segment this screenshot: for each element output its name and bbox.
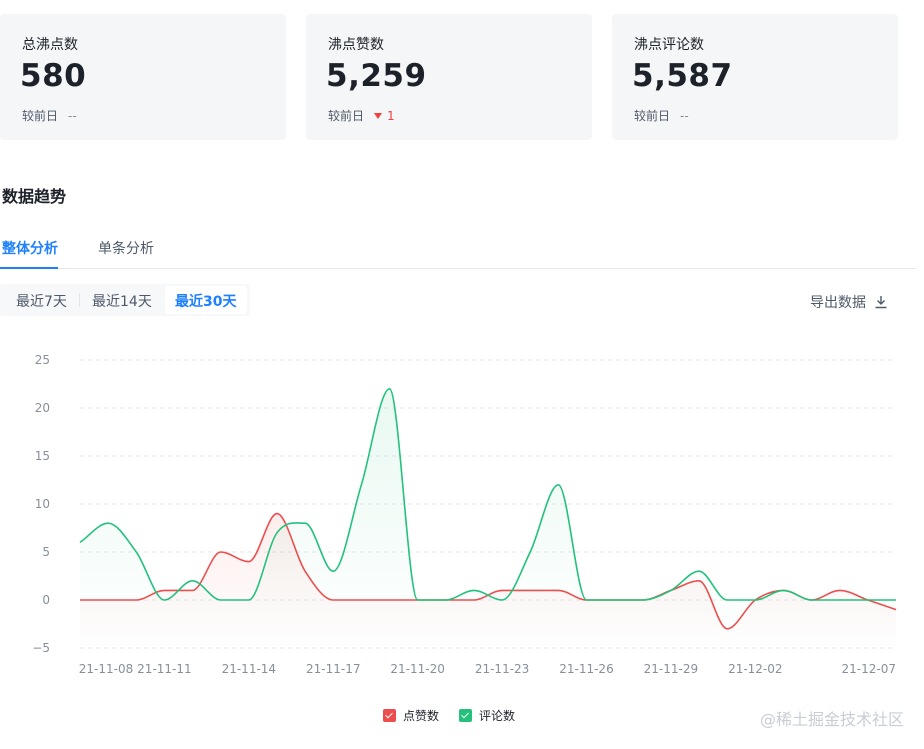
stat-compare: 较前日 -- (634, 107, 689, 124)
range-divider (79, 293, 80, 307)
stat-card-likes: 沸点赞数 5,259 较前日 1 (306, 14, 592, 140)
stat-compare: 较前日 -- (22, 107, 77, 124)
export-data-button[interactable]: 导出数据 (810, 292, 888, 312)
compare-label: 较前日 (22, 109, 59, 123)
section-title: 数据趋势 (2, 187, 67, 206)
y-tick-label: −5 (32, 641, 50, 655)
watermark: @稀土掘金技术社区 (759, 710, 904, 729)
x-tick-label: 21-11-29 (644, 662, 698, 676)
stat-cards: 总沸点数 580 较前日 -- 沸点赞数 5,259 较前日 1 沸点评论数 5,5… (0, 14, 924, 142)
stat-label: 总沸点数 (22, 37, 78, 53)
compare-delta: -- (68, 109, 77, 123)
x-tick-label: 21-11-14 (222, 662, 276, 676)
stat-label: 沸点评论数 (634, 37, 704, 53)
x-tick-label: 21-11-26 (559, 662, 613, 676)
range-7-days[interactable]: 最近7天 (16, 291, 67, 311)
stat-value: 580 (20, 58, 87, 94)
compare-label: 较前日 (634, 109, 671, 123)
down-arrow-icon (374, 113, 383, 119)
series-line (79, 387, 896, 601)
stat-compare: 较前日 1 (328, 107, 395, 124)
tab-active-indicator (0, 267, 58, 269)
compare-label: 较前日 (328, 109, 365, 123)
x-tick-label: 21-11-11 (137, 662, 191, 676)
legend-item-comments[interactable]: 评论数 (459, 707, 515, 724)
stat-label: 沸点赞数 (328, 37, 384, 53)
download-icon (875, 296, 887, 309)
compare-delta: -- (680, 109, 689, 123)
y-tick-label: 5 (42, 545, 50, 559)
export-label: 导出数据 (810, 295, 866, 311)
tab-single[interactable]: 单条分析 (98, 238, 154, 258)
x-tick-label: 21-12-07 (842, 662, 896, 676)
range-30-days[interactable]: 最近30天 (175, 291, 236, 311)
x-tick-label: 21-11-23 (475, 662, 529, 676)
stat-card-total-posts: 总沸点数 580 较前日 -- (0, 14, 286, 140)
y-tick-label: 10 (35, 497, 50, 511)
tab-overall[interactable]: 整体分析 (2, 238, 58, 258)
compare-delta: 1 (387, 109, 395, 123)
x-tick-label: 21-11-08 (79, 662, 133, 676)
x-tick-label: 21-11-17 (306, 662, 360, 676)
y-tick-label: 20 (35, 401, 50, 415)
date-range-selector: 最近7天 最近14天 最近30天 (0, 284, 250, 316)
range-14-days[interactable]: 最近14天 (92, 291, 152, 311)
x-tick-label: 21-12-02 (728, 662, 782, 676)
series-area (80, 388, 896, 648)
trend-chart: −5 0 5 10 15 20 25 21-11-08 21-11-11 21-11-14 21-1… (32, 353, 897, 676)
y-tick-label: 0 (42, 593, 50, 607)
y-tick-label: 15 (35, 449, 50, 463)
stat-value: 5,587 (632, 58, 733, 94)
checkbox-icon (459, 709, 472, 722)
stat-card-comments: 沸点评论数 5,587 较前日 -- (612, 14, 898, 140)
legend-label: 点赞数 (403, 709, 440, 723)
legend-item-likes[interactable]: 点赞数 (383, 707, 439, 724)
x-tick-label: 21-11-20 (390, 662, 444, 676)
stat-value: 5,259 (326, 58, 427, 94)
compare-delta-wrap: 1 (374, 109, 395, 123)
y-tick-label: 25 (35, 353, 50, 367)
analysis-tabs: 整体分析 单条分析 (0, 230, 916, 269)
legend-label: 评论数 (479, 709, 516, 723)
checkbox-icon (383, 709, 396, 722)
